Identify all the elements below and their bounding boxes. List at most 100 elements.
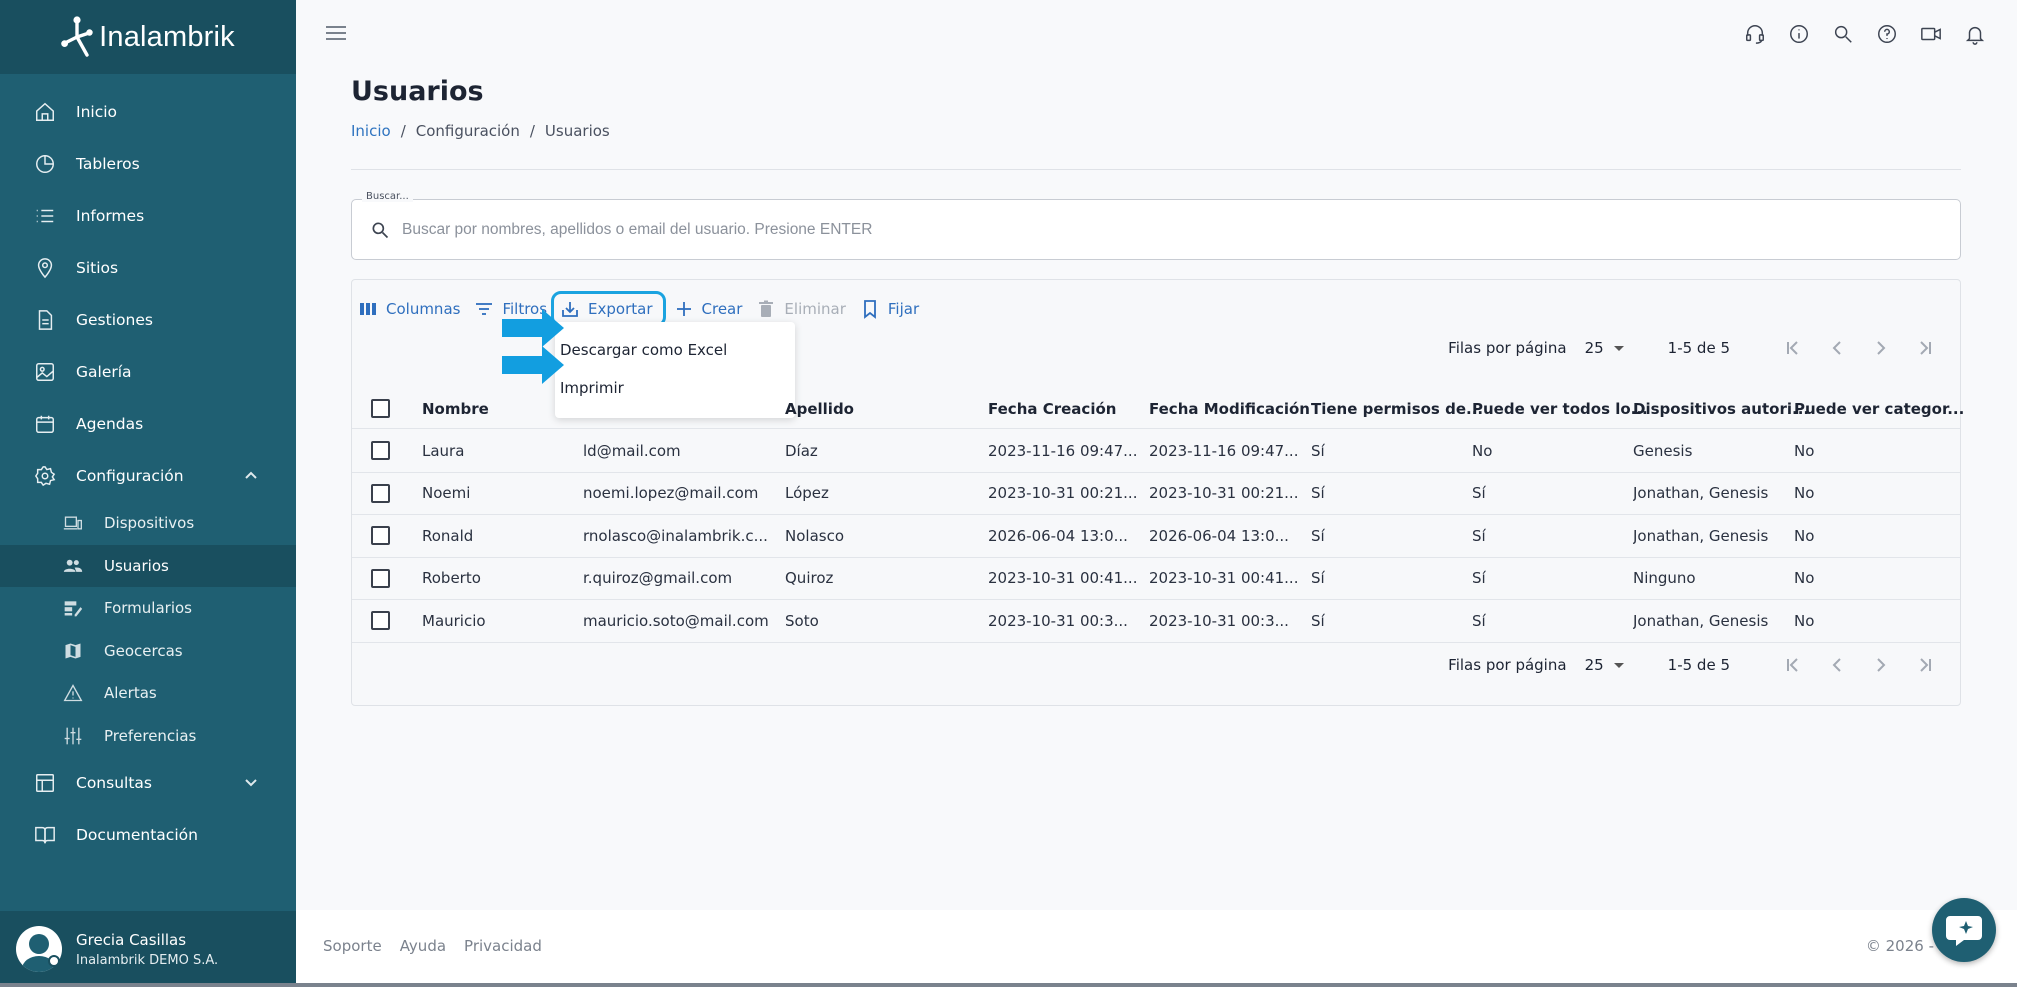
arrow-pointer-icon — [502, 346, 564, 384]
table-row[interactable]: Mauricio mauricio.soto@mail.com Soto 202… — [352, 600, 1960, 643]
select-all-checkbox[interactable] — [371, 399, 390, 418]
columns-label: Columnas — [386, 300, 461, 318]
rows-per-page-select[interactable]: 25 — [1585, 656, 1624, 674]
cell-fecha-modificacion: 2023-10-31 00:21... — [1149, 484, 1299, 503]
user-name: Grecia Casillas — [76, 930, 187, 949]
table-row[interactable]: Roberto r.quiroz@gmail.com Quiroz 2023-1… — [352, 558, 1960, 600]
bell-icon[interactable] — [1963, 22, 1987, 46]
col-header[interactable]: Fecha Modificación — [1149, 389, 1310, 428]
first-page-icon[interactable] — [1782, 654, 1804, 676]
sidebar-subitem-formularios[interactable]: Formularios — [0, 587, 296, 630]
menu-toggle-icon[interactable] — [326, 26, 346, 46]
user-org: Inalambrik DEMO S.A. — [76, 952, 219, 968]
cell-dispositivos: Ninguno — [1633, 569, 1696, 588]
sidebar-item-informes[interactable]: Informes — [0, 190, 296, 242]
table-row[interactable]: Laura ld@mail.com Díaz 2023-11-16 09:47.… — [352, 430, 1960, 473]
sidebar-item-gestiones[interactable]: Gestiones — [0, 294, 296, 346]
row-checkbox[interactable] — [371, 568, 390, 588]
support-agent-icon[interactable] — [1743, 22, 1767, 46]
cell-categorias: No — [1794, 611, 1815, 630]
col-header[interactable]: Tiene permisos de... — [1311, 389, 1483, 428]
book-icon — [34, 824, 56, 846]
sidebar-subitem-label: Dispositivos — [104, 514, 195, 533]
table-row[interactable]: Ronald rnolasco@inalambrik.c... Nolasco … — [352, 515, 1960, 558]
sidebar-item-sitios[interactable]: Sitios — [0, 242, 296, 294]
rows-per-page-select[interactable]: 25 — [1585, 339, 1624, 357]
next-page-icon[interactable] — [1870, 654, 1892, 676]
cell-nombre: Noemi — [422, 484, 471, 503]
sidebar-subitem-alertas[interactable]: Alertas — [0, 672, 296, 715]
sidebar-item-agendas[interactable]: Agendas — [0, 398, 296, 450]
columns-button[interactable]: Columnas — [358, 299, 460, 319]
sidebar-subitem-dispositivos[interactable]: Dispositivos — [0, 502, 296, 545]
cell-email: mauricio.soto@mail.com — [583, 611, 769, 630]
footer-link-soporte[interactable]: Soporte — [323, 937, 382, 955]
sidebar-item-label: Informes — [76, 207, 145, 225]
pin-label: Fijar — [887, 300, 920, 318]
sidebar-nav: Inicio Tableros Informes Sitios Gestione… — [0, 86, 296, 861]
last-page-icon[interactable] — [1914, 654, 1936, 676]
sidebar-item-label: Tableros — [76, 155, 140, 173]
sidebar-subitem-label: Alertas — [104, 684, 157, 703]
sidebar-item-consultas[interactable]: Consultas — [0, 757, 296, 809]
cell-fecha-creacion: 2023-10-31 00:21... — [988, 484, 1138, 503]
devices-icon — [62, 513, 84, 533]
prev-page-icon[interactable] — [1826, 337, 1848, 359]
cell-dispositivos: Genesis — [1633, 441, 1693, 460]
table-row[interactable]: Noemi noemi.lopez@mail.com López 2023-10… — [352, 473, 1960, 515]
menu-item-excel[interactable]: Descargar como Excel — [555, 331, 795, 369]
row-checkbox[interactable] — [371, 441, 390, 460]
col-header[interactable]: Nombre — [422, 389, 489, 428]
col-header[interactable]: Puede ver categor... — [1794, 389, 1964, 428]
help-icon[interactable] — [1875, 22, 1899, 46]
info-icon[interactable] — [1787, 22, 1811, 46]
col-header[interactable]: Fecha Creación — [988, 389, 1116, 428]
pin-button[interactable]: Fijar — [860, 299, 919, 319]
copyright: © 2026 - — [1865, 937, 1934, 955]
cell-apellido: Soto — [785, 611, 819, 630]
cell-permisos: Sí — [1311, 611, 1325, 630]
footer-link-privacidad[interactable]: Privacidad — [464, 937, 542, 955]
create-button[interactable]: Crear — [674, 299, 742, 319]
col-header[interactable]: Dispositivos autori... — [1633, 389, 1809, 428]
prev-page-icon[interactable] — [1826, 654, 1848, 676]
next-page-icon[interactable] — [1870, 337, 1892, 359]
video-camera-icon[interactable] — [1919, 22, 1943, 46]
row-checkbox[interactable] — [371, 483, 390, 503]
arrow-pointer-icon — [502, 309, 564, 347]
rows-per-page-label: Filas por página — [1448, 656, 1567, 674]
chat-button[interactable] — [1932, 898, 1996, 962]
rows-per-page-value: 25 — [1584, 339, 1604, 357]
gear-icon — [34, 465, 56, 487]
search-icon[interactable] — [1831, 22, 1855, 46]
sidebar-subitem-usuarios[interactable]: Usuarios — [0, 544, 296, 587]
sidebar-subitem-geocercas[interactable]: Geocercas — [0, 630, 296, 673]
col-header[interactable]: Puede ver todos lo... — [1472, 389, 1648, 428]
sidebar-item-galeria[interactable]: Galería — [0, 346, 296, 398]
row-checkbox[interactable] — [371, 526, 390, 545]
search-input[interactable] — [402, 214, 1902, 246]
cell-nombre: Laura — [422, 441, 465, 460]
footer-link-ayuda[interactable]: Ayuda — [400, 937, 446, 955]
breadcrumb-separator: / — [400, 122, 406, 140]
sidebar-item-label: Consultas — [76, 774, 152, 792]
last-page-icon[interactable] — [1914, 337, 1936, 359]
delete-button[interactable]: Eliminar — [756, 299, 846, 319]
first-page-icon[interactable] — [1782, 337, 1804, 359]
breadcrumb-link-inicio[interactable]: Inicio — [351, 122, 391, 140]
cell-email: rnolasco@inalambrik.c... — [583, 526, 768, 545]
footer: Soporte Ayuda Privacidad © 2026 - — [296, 910, 2017, 987]
brand-logo[interactable]: Inalambrik — [0, 0, 296, 74]
sidebar-item-inicio[interactable]: Inicio — [0, 86, 296, 138]
sidebar-item-configuracion[interactable]: Configuración — [0, 450, 296, 502]
sidebar-subitem-label: Formularios — [104, 599, 192, 618]
sidebar-item-tableros[interactable]: Tableros — [0, 138, 296, 190]
divider — [351, 169, 1961, 170]
sidebar-item-documentacion[interactable]: Documentación — [0, 809, 296, 861]
sliders-icon — [62, 726, 84, 746]
cell-ver-todos: No — [1472, 441, 1493, 460]
col-header[interactable]: Apellido — [785, 389, 854, 428]
row-checkbox[interactable] — [371, 611, 390, 630]
user-profile[interactable]: Grecia Casillas Inalambrik DEMO S.A. — [0, 911, 296, 987]
sidebar-subitem-preferencias[interactable]: Preferencias — [0, 715, 296, 758]
